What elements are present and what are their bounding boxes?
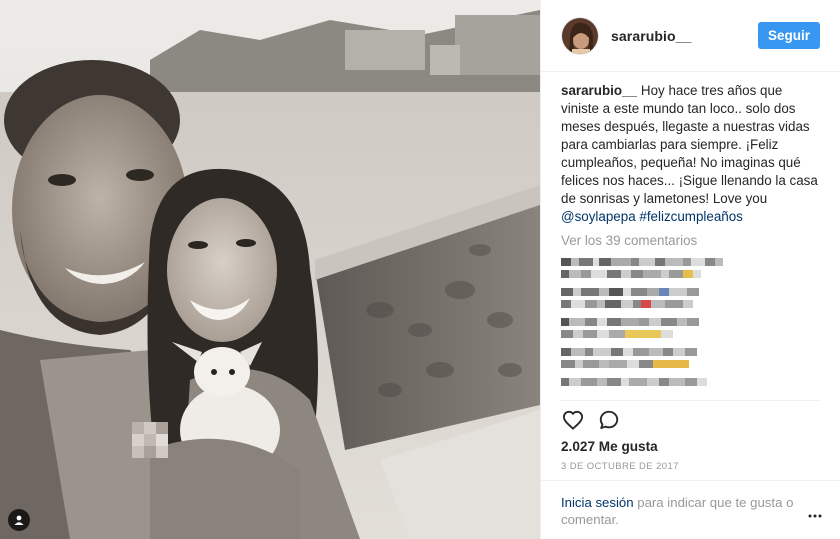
- post-caption: sararubio__ Hoy hace tres años que vinist…: [561, 82, 820, 226]
- action-bar: [561, 406, 821, 434]
- more-icon[interactable]: [808, 505, 822, 522]
- username[interactable]: sararubio__: [611, 28, 758, 44]
- follow-button[interactable]: Seguir: [757, 22, 820, 49]
- caption-mention[interactable]: @soylapepa: [561, 209, 636, 224]
- caption-author[interactable]: sararubio__: [561, 83, 637, 98]
- action-bar-divider: [561, 400, 820, 401]
- comments-section: sararubio__ Hoy hace tres años que vinist…: [541, 72, 840, 394]
- avatar[interactable]: [561, 16, 599, 55]
- obscured-comment: [561, 348, 820, 368]
- post-photo[interactable]: [0, 0, 540, 539]
- comment-icon[interactable]: [597, 408, 621, 432]
- user-tag-icon[interactable]: [8, 509, 30, 531]
- caption-text: Hoy hace tres años que viniste a este mu…: [561, 83, 818, 206]
- likes-count[interactable]: 2.027 Me gusta: [561, 439, 658, 454]
- post-header: sararubio__ Seguir: [541, 0, 840, 72]
- post-side-panel: sararubio__ Seguir sararubio__ Hoy hace t…: [540, 0, 840, 539]
- obscured-comment: [561, 318, 820, 338]
- login-link[interactable]: Inicia sesión: [561, 495, 634, 510]
- obscured-comment: [561, 378, 820, 386]
- obscured-comment: [561, 258, 820, 278]
- caption-hashtag[interactable]: #felizcumpleaños: [639, 209, 742, 224]
- view-comments-link[interactable]: Ver los 39 comentarios: [561, 233, 820, 248]
- login-prompt: Inicia sesión para indicar que te gusta …: [541, 480, 840, 539]
- post-date[interactable]: 3 de octubre de 2017: [561, 461, 679, 472]
- obscured-comment: [561, 288, 820, 308]
- heart-icon[interactable]: [561, 408, 585, 432]
- photo-image: [0, 0, 540, 539]
